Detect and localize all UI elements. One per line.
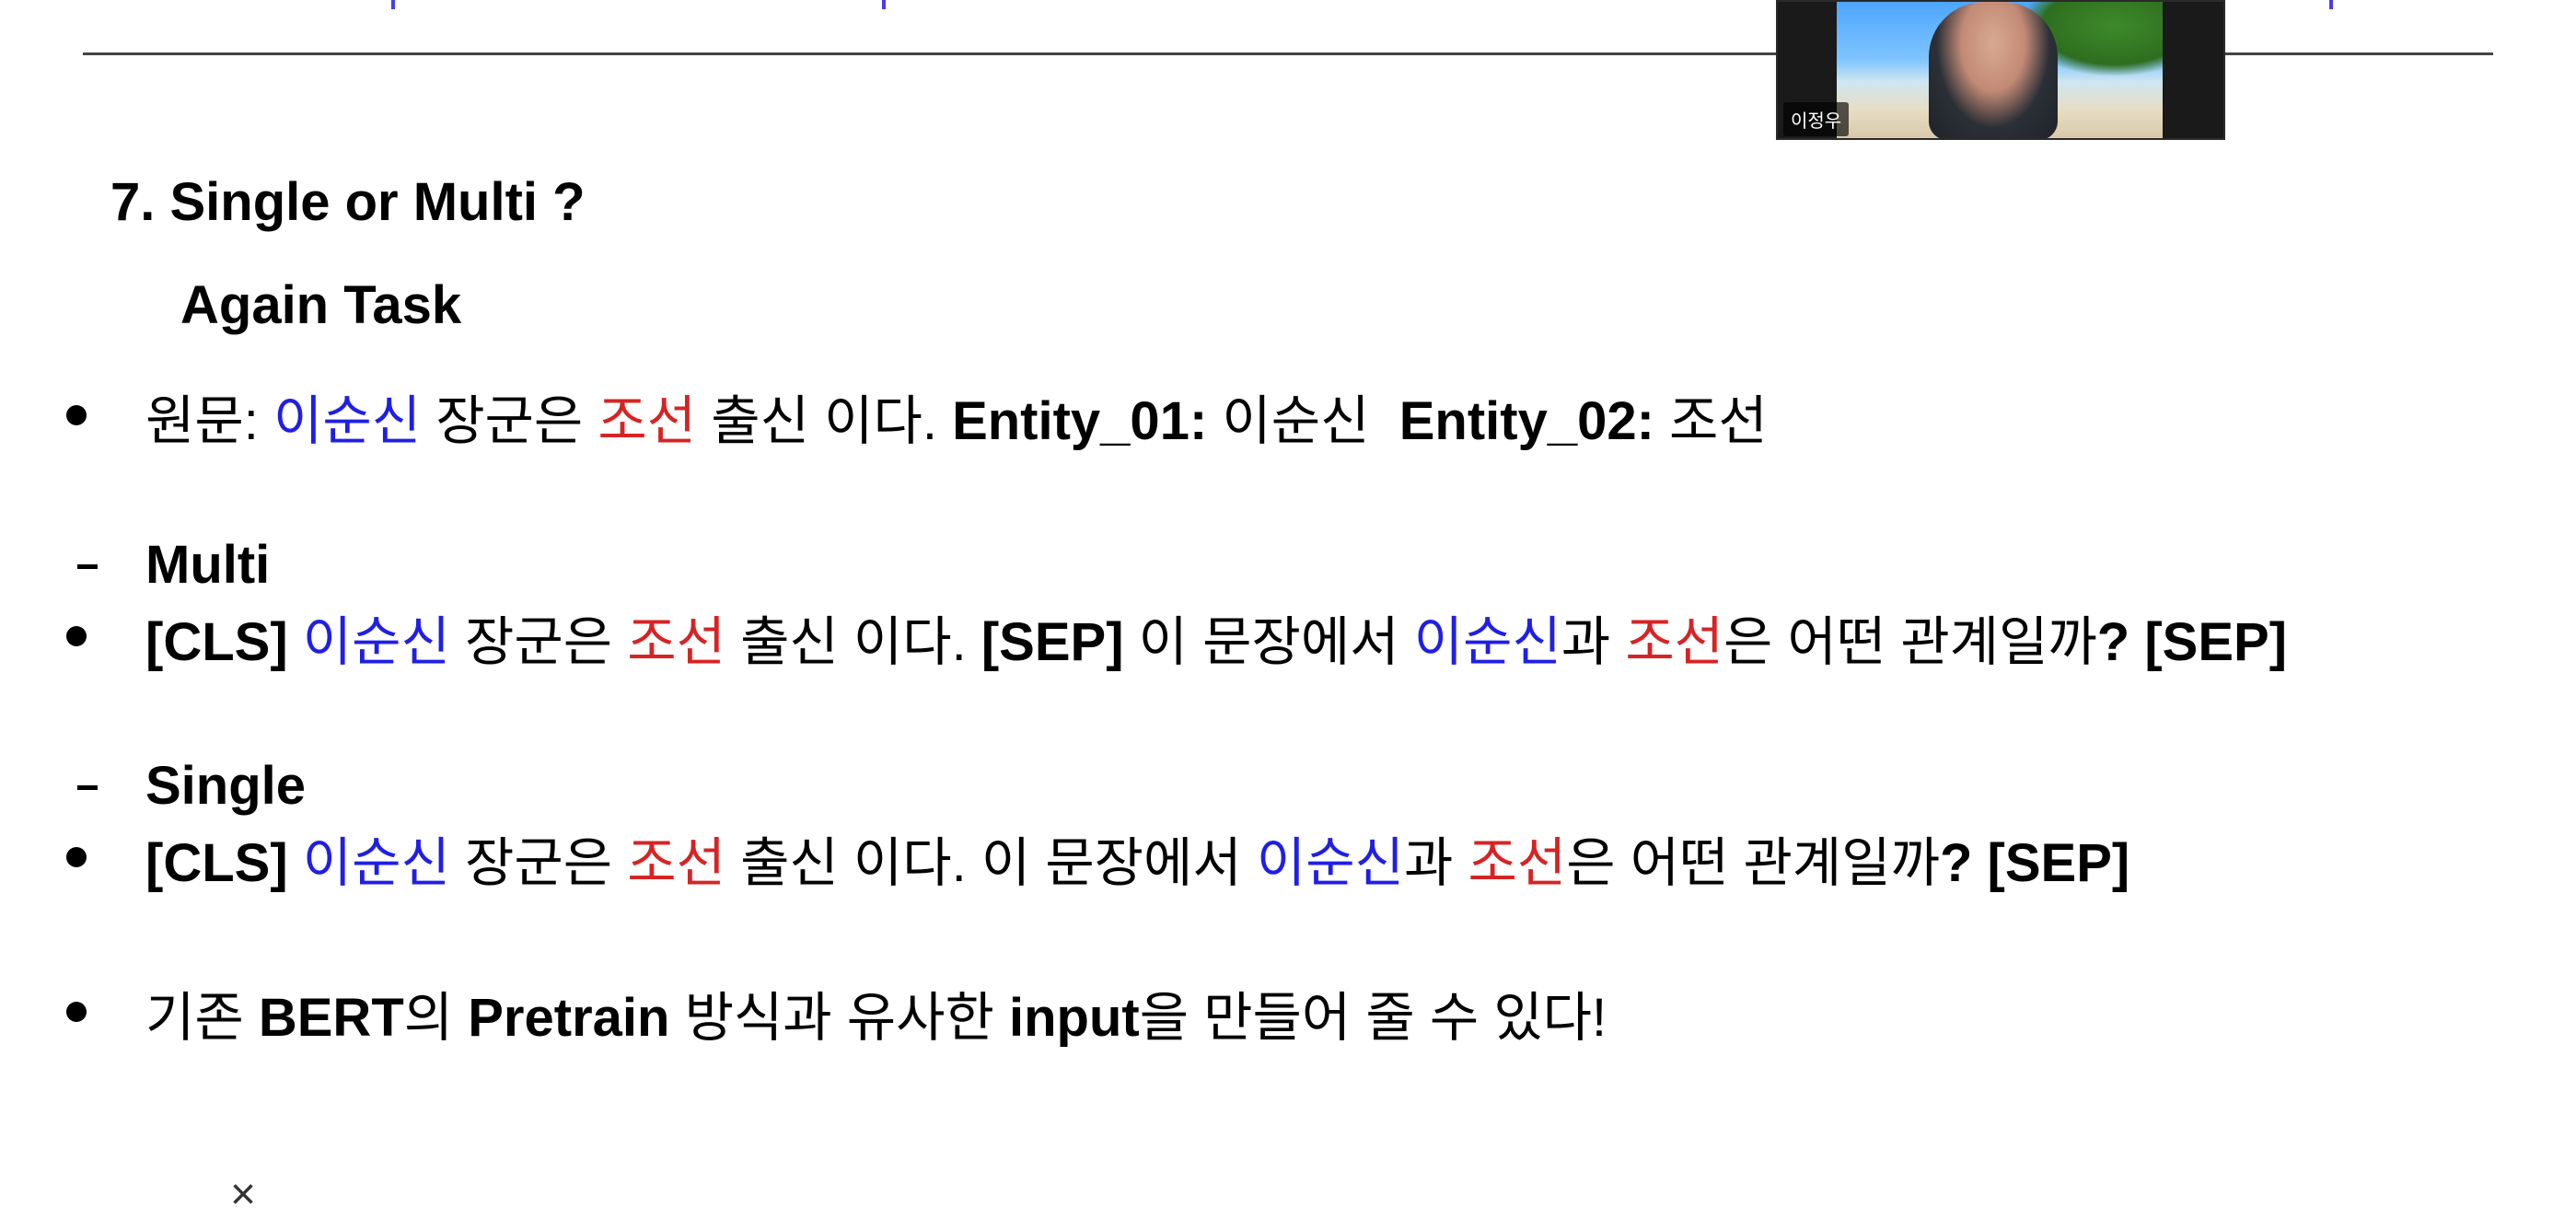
text: 출신 이다. 이 문장에서 [740,833,1242,893]
bert-term: BERT [258,988,404,1048]
text: 장군은 [464,833,613,893]
bullet-icon [66,626,87,646]
entity-1: 이순신 [1256,833,1404,893]
text: 방식과 유사한 [684,988,994,1048]
text: 을 만들어 줄 수 있다! [1139,988,1607,1048]
text: 은 어떤 관계일까 [1723,612,2097,672]
multi-label: Multi [145,535,271,595]
text: 과 [1561,612,1611,672]
slide-title: 7. Single or Multi ? [110,172,586,232]
original-sentence: 원문: 이순신 장군은 조선 출신 이다. Entity_01: 이순신 Ent… [145,377,1768,455]
pretrain-term: Pretrain [468,988,670,1048]
text: 출신 이다. [711,391,937,451]
entity-1: 이순신 [302,833,450,893]
conclusion-sentence: 기존 BERT의 Pretrain 방식과 유사한 input을 만들어 줄 수… [145,974,1607,1051]
slide-subtitle: Again Task [180,275,462,335]
text: 장군은 [435,391,584,451]
bullet-icon [66,1002,87,1022]
participant-name: 이정우 [1783,102,1850,136]
video-feed [1837,2,2163,138]
text: 출신 이다. [740,612,967,672]
entity-1: 이순신 [1413,612,1561,672]
multi-sentence: [CLS] 이순신 장군은 조선 출신 이다. [SEP] 이 문장에서 이순신… [145,598,2287,676]
close-icon[interactable]: × [225,1173,261,1217]
entity-2: 조선 [627,833,725,893]
entity-02-label: Entity_02: [1398,391,1654,451]
sep-token: ? [SEP] [2096,612,2288,672]
entity-2: 조선 [627,612,725,672]
text: 과 [1403,833,1454,893]
bullet-icon [66,847,87,867]
participant-video-tile[interactable]: 이정우 [1776,0,2225,140]
entity-2: 조선 [1625,612,1724,672]
entity-02-value: 조선 [1669,391,1768,451]
original-label: 원문: [145,391,259,451]
text: 이 문장에서 [1138,612,1399,672]
text: 은 어떤 관계일까 [1566,833,1940,893]
single-sentence: [CLS] 이순신 장군은 조선 출신 이다. 이 문장에서 이순신과 조선은 … [145,819,2129,897]
entity-01-label: Entity_01: [952,391,1208,451]
cls-token: [CLS] [145,833,288,893]
entity-2: 조선 [1468,833,1567,893]
entity-01-value: 이순신 [1222,391,1370,451]
entity-2: 조선 [598,391,697,451]
text: 기존 [145,988,244,1048]
participant-avatar [1929,2,2058,138]
sep-token: [SEP] [981,612,1124,672]
bullet-icon [66,405,87,425]
text: 의 [403,988,454,1048]
input-term: input [1008,988,1140,1048]
entity-1: 이순신 [273,391,422,451]
entity-1: 이순신 [302,612,450,672]
single-label: Single [145,756,307,816]
dash-icon [77,785,98,790]
cls-token: [CLS] [145,612,288,672]
text: 장군은 [464,612,613,672]
sep-token: ? [SEP] [1939,833,2130,893]
dash-icon [77,564,98,569]
